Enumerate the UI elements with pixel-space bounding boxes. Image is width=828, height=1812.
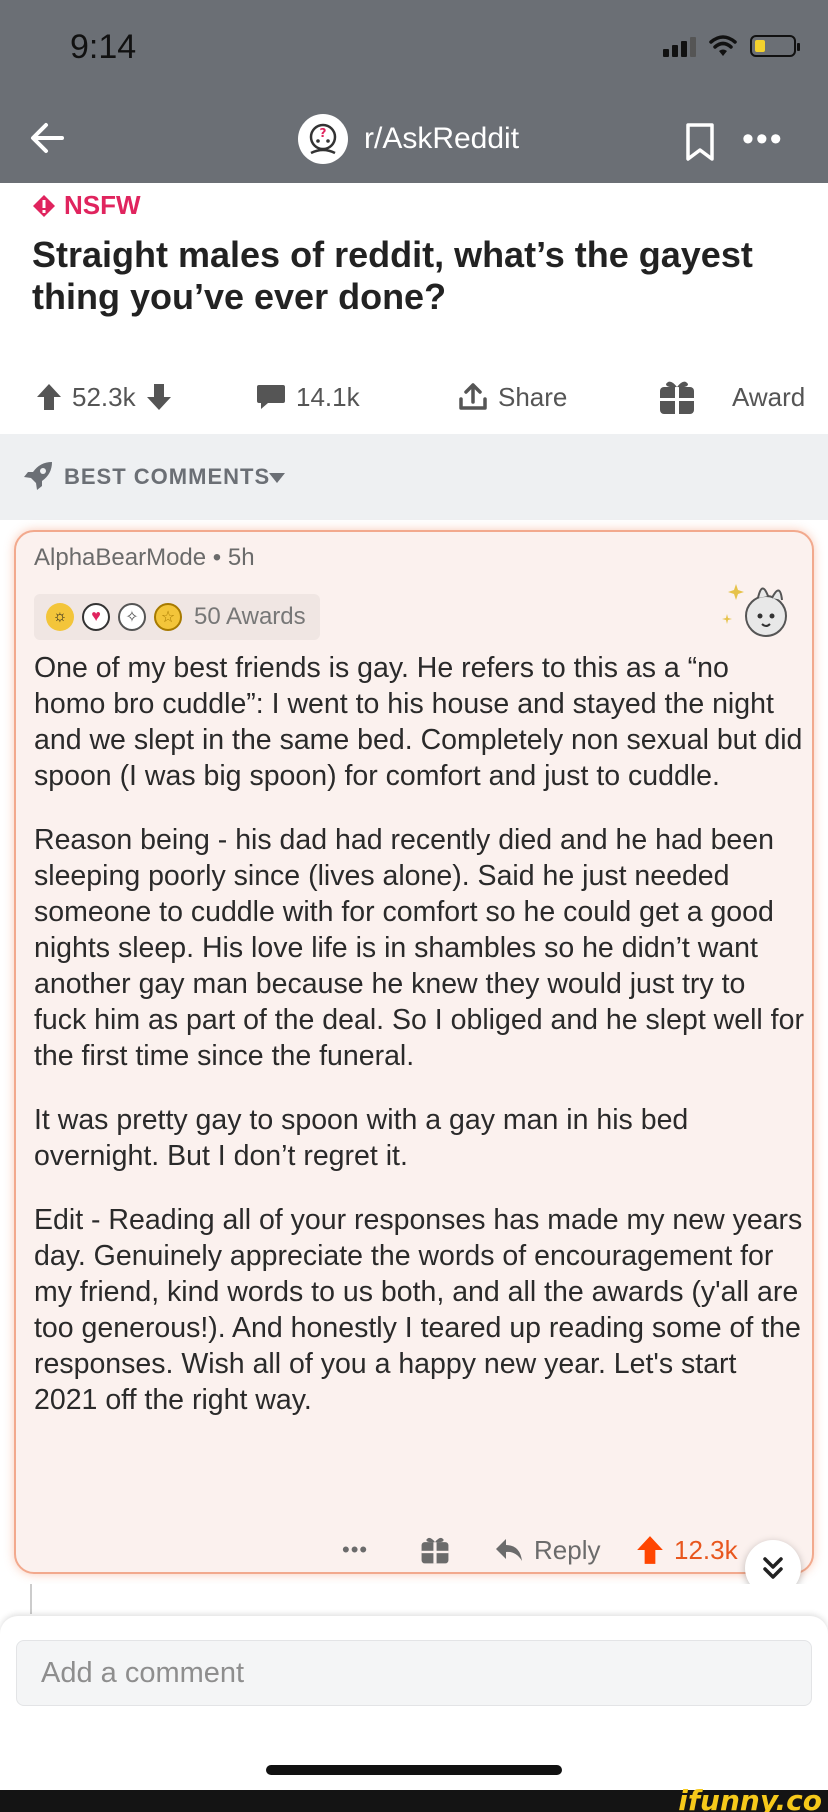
rocket-icon (24, 462, 52, 490)
share-label: Share (498, 381, 568, 412)
downvote-icon[interactable] (146, 383, 172, 411)
silver-award-icon: ✧ (118, 603, 146, 631)
status-time: 9:14 (70, 28, 137, 66)
awards-row[interactable]: ☼ ♥ ✧ ☆ 50 Awards (34, 594, 320, 640)
comment-composer-panel: Add a comment (0, 1616, 828, 1812)
signal-icon (663, 35, 696, 57)
sort-label: BEST COMMENTS (64, 464, 271, 489)
wholesome-award-icon: ♥ (82, 603, 110, 631)
home-indicator (266, 1765, 562, 1775)
comments-button[interactable]: 14.1k (256, 372, 360, 422)
reply-icon (496, 1539, 522, 1561)
back-arrow-icon[interactable] (26, 116, 70, 160)
sun-award-icon: ☼ (46, 603, 74, 631)
vote-group: 52.3k (36, 372, 172, 422)
award-button[interactable]: Award (658, 372, 805, 422)
sort-bar[interactable]: BEST COMMENTS (0, 434, 828, 520)
nsfw-tag: NSFW (32, 190, 141, 221)
share-icon (459, 383, 487, 410)
bookmark-icon[interactable] (682, 122, 718, 162)
upvote-count: 52.3k (72, 381, 136, 412)
subreddit-icon: ? (298, 114, 348, 164)
svg-text:?: ? (320, 126, 327, 140)
watermark: ifunny.co (678, 1784, 822, 1812)
thread-line (30, 1584, 32, 1614)
comment-vote-group: 12.3k (636, 1530, 738, 1570)
more-icon[interactable]: ••• (742, 122, 784, 156)
comment-paragraph: One of my best friends is gay. He refers… (34, 652, 803, 792)
watermark-bar: ifunny.co (0, 1784, 828, 1812)
post-title: Straight males of reddit, what’s the gay… (32, 234, 753, 317)
upvote-icon[interactable] (636, 1535, 664, 1565)
comment-meta[interactable]: AlphaBearMode • 5h (34, 544, 255, 572)
awards-count: 50 Awards (194, 603, 306, 630)
gift-icon (421, 1537, 449, 1564)
comment-more-icon[interactable]: ••• (342, 1530, 368, 1570)
double-chevron-down-icon (763, 1557, 783, 1579)
comment-paragraph: Edit - Reading all of your responses has… (34, 1204, 803, 1416)
comment-score: 12.3k (674, 1534, 738, 1565)
reply-label: Reply (534, 1534, 601, 1565)
comment-count: 14.1k (296, 381, 360, 412)
award-label: Award (732, 381, 806, 412)
comment-icon (257, 385, 285, 409)
share-button[interactable]: Share (458, 372, 567, 422)
comment-actions: ••• Reply 12.3k (16, 1530, 816, 1570)
comment-paragraph: It was pretty gay to spoon with a gay ma… (34, 1104, 689, 1172)
gift-icon (660, 381, 694, 414)
battery-icon (750, 35, 800, 57)
wifi-icon (709, 35, 737, 56)
comment-award-button[interactable] (420, 1530, 450, 1570)
upvote-icon[interactable] (36, 383, 62, 411)
next-comment-peek (0, 1584, 828, 1614)
user-avatar-icon[interactable] (718, 578, 798, 642)
subreddit-link[interactable]: ? r/AskReddit (298, 114, 519, 164)
comment-body: One of my best friends is gay. He refers… (34, 650, 804, 1446)
gold-award-icon: ☆ (154, 603, 182, 631)
reply-button[interactable]: Reply (494, 1530, 600, 1570)
subreddit-name: r/AskReddit (364, 122, 520, 155)
add-comment-input[interactable]: Add a comment (16, 1640, 812, 1706)
status-icons (663, 34, 800, 58)
chevron-down-icon (269, 473, 285, 483)
post-actions: 52.3k 14.1k Share Award (0, 372, 828, 422)
nsfw-icon (33, 194, 55, 217)
app-header: 9:14 ? r/AskReddit ••• (0, 0, 828, 183)
nsfw-label: NSFW (64, 190, 141, 220)
comment-paragraph: Reason being - his dad had recently died… (34, 824, 804, 1072)
highlighted-comment: AlphaBearMode • 5h ☼ ♥ ✧ ☆ 50 Awards One… (14, 530, 814, 1574)
